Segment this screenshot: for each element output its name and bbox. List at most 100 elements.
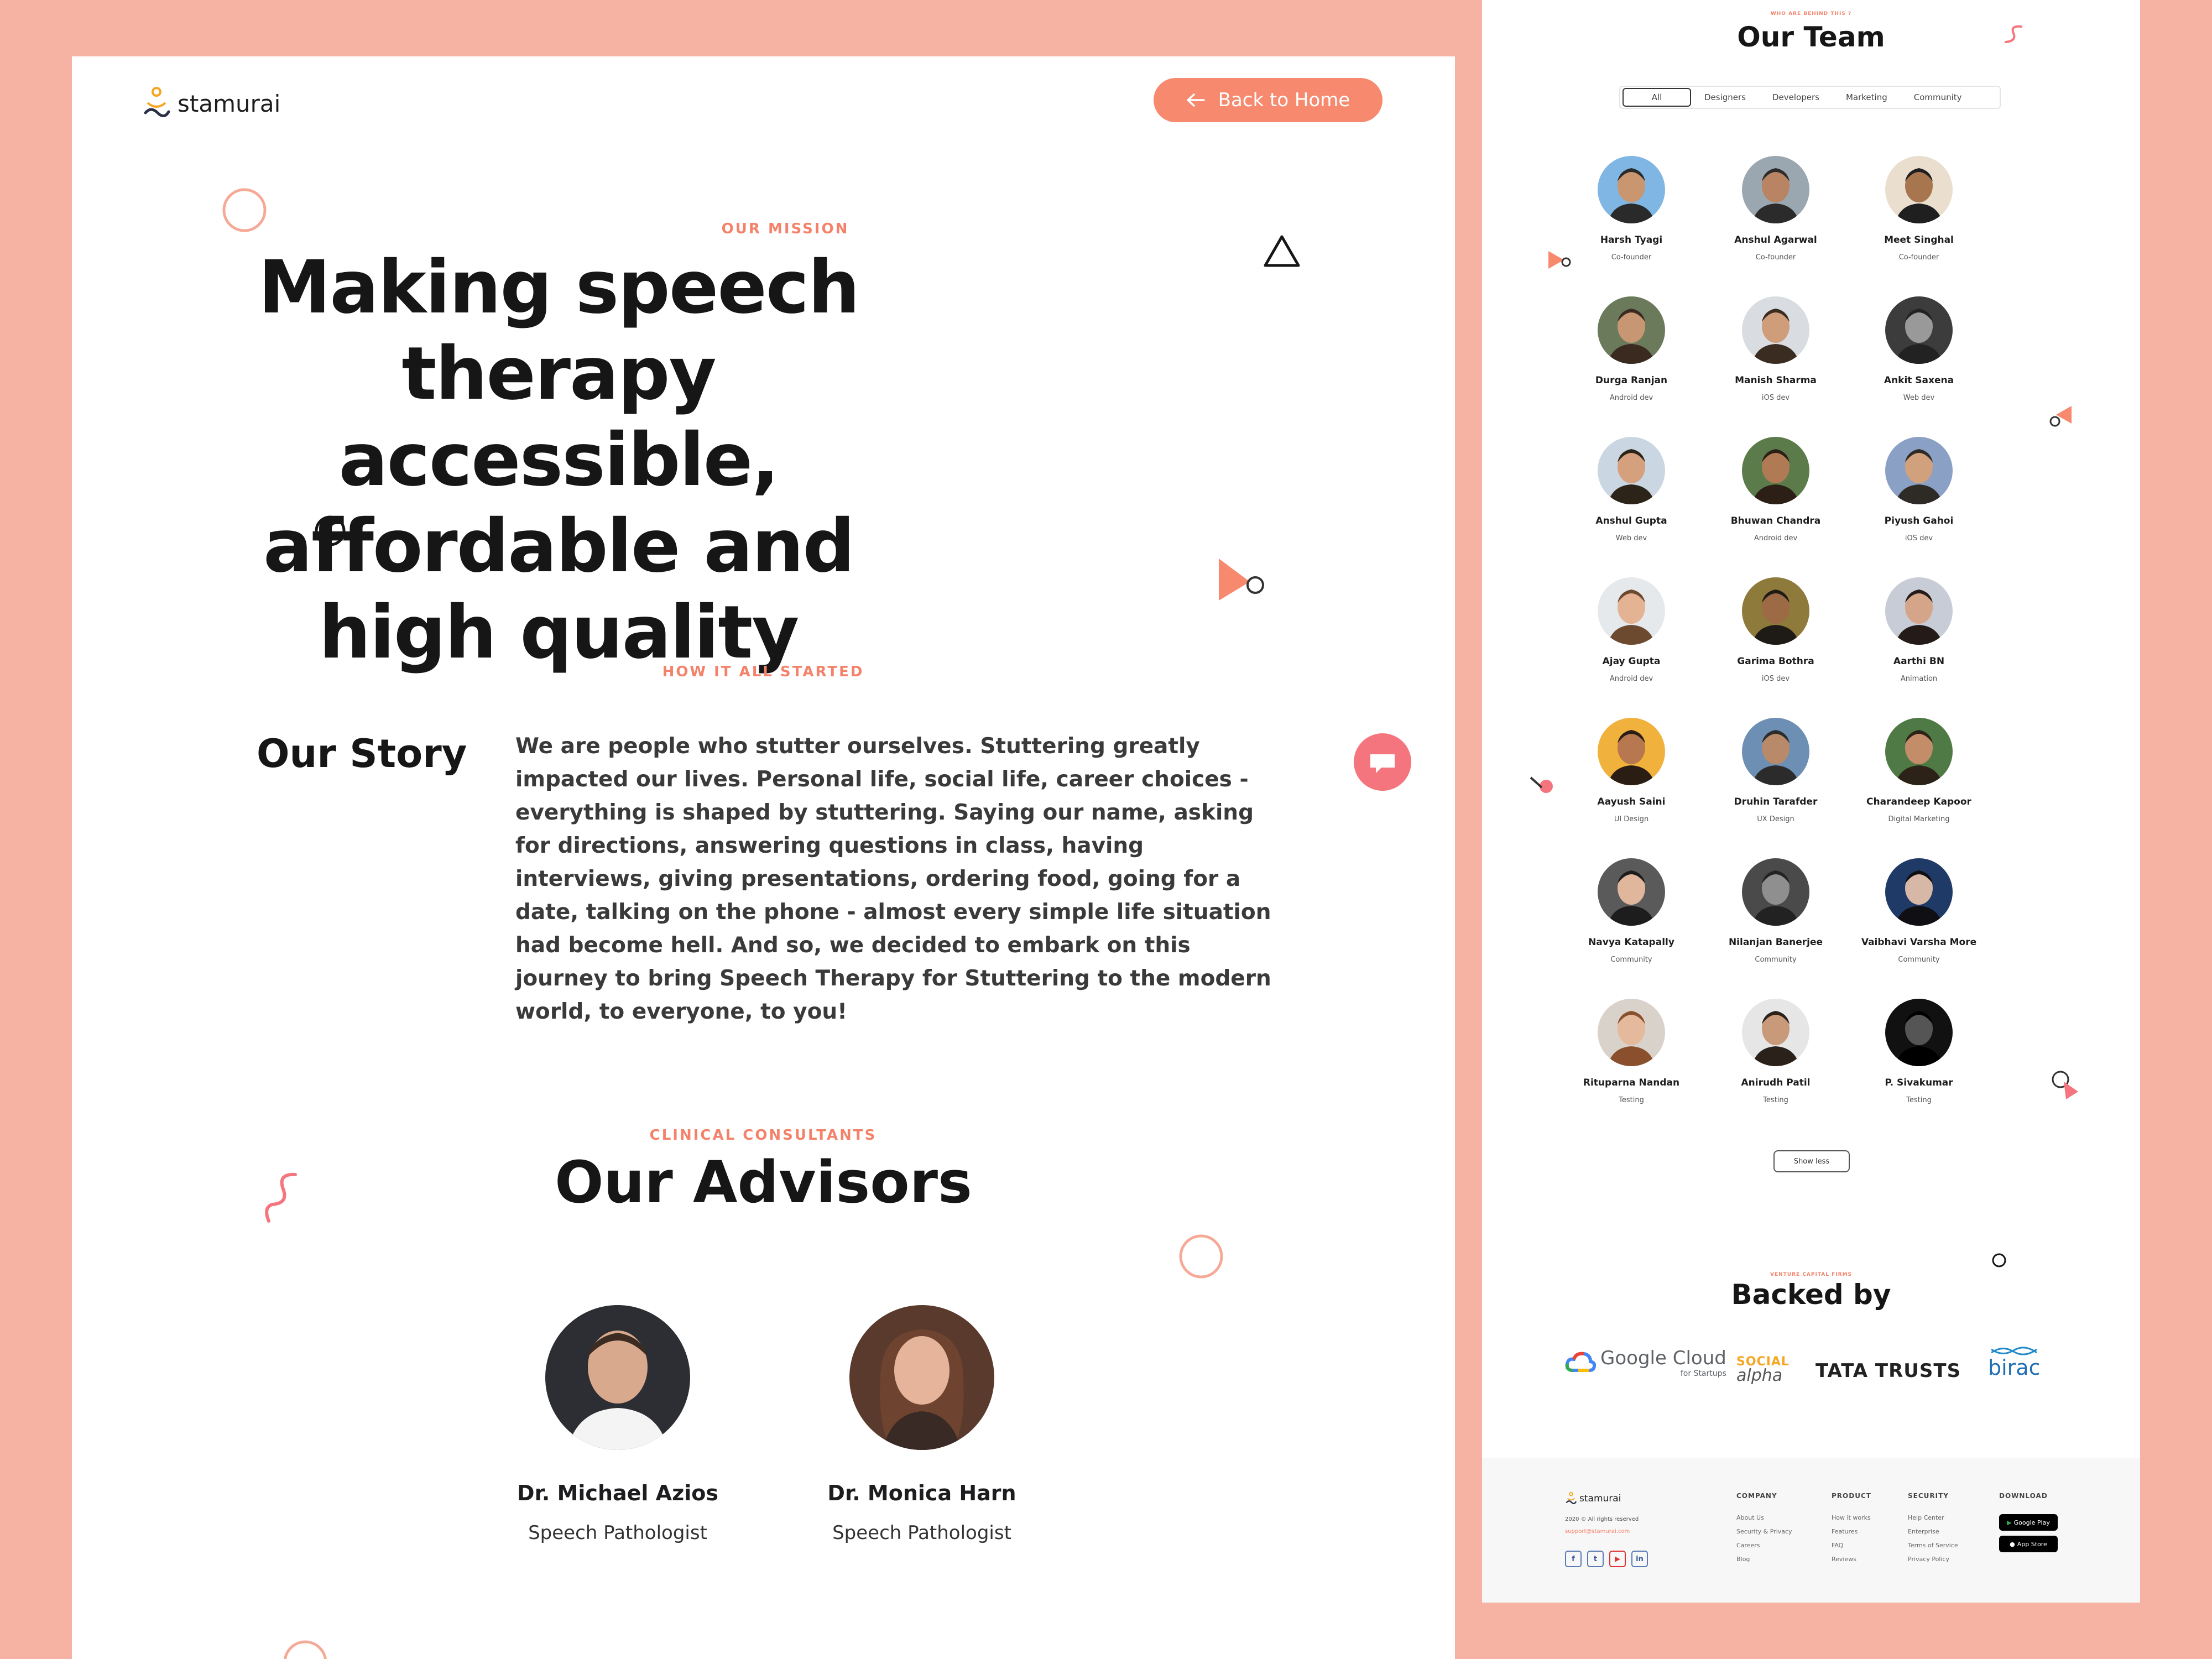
- team-member-role: Web dev: [1903, 394, 1935, 402]
- play-decoration-icon: [2049, 406, 2072, 427]
- circle-decoration-icon: [222, 188, 267, 232]
- footer-link[interactable]: Privacy Policy: [1908, 1556, 1958, 1563]
- advisor-name: Dr. Michael Azios: [517, 1481, 718, 1505]
- back-to-home-label: Back to Home: [1218, 89, 1350, 111]
- team-member-avatar: [1885, 718, 1953, 785]
- team-page: WHO ARE BEHIND THIS ? Our Team All Desig…: [1482, 0, 2140, 1603]
- team-member-avatar: [1598, 577, 1665, 645]
- team-member-role: Community: [1610, 956, 1652, 964]
- team-member-card: Manish Sharma iOS dev: [1704, 296, 1848, 402]
- footer-link[interactable]: Features: [1832, 1528, 1871, 1535]
- footer-copyright: 2020 © All rights reserved: [1565, 1516, 1639, 1522]
- footer-link[interactable]: FAQ: [1832, 1542, 1871, 1549]
- team-member-avatar: [1742, 296, 1809, 364]
- team-member-role: Android dev: [1609, 394, 1653, 402]
- team-member-card: Aarthi BN Animation: [1847, 577, 1991, 683]
- footer-link[interactable]: Security & Privacy: [1736, 1528, 1792, 1535]
- team-member-card: Piyush Gahoi iOS dev: [1847, 437, 1991, 542]
- team-member-role: Digital Marketing: [1888, 815, 1950, 823]
- team-member-avatar: [1742, 999, 1809, 1066]
- play-decoration-icon: [1548, 251, 1571, 269]
- footer: stamurai 2020 © All rights reserved supp…: [1482, 1458, 2140, 1603]
- google-play-label: Google Play: [2013, 1519, 2050, 1526]
- team-member-name: Charandeep Kapoor: [1866, 796, 1971, 807]
- team-member-name: Navya Katapally: [1588, 937, 1674, 948]
- team-member-role: Animation: [1900, 675, 1938, 683]
- cone-decoration-icon: [1530, 776, 1553, 793]
- team-member-name: Aarthi BN: [1893, 656, 1945, 667]
- team-member-name: Harsh Tyagi: [1600, 234, 1663, 246]
- filter-tab-all[interactable]: All: [1623, 88, 1691, 107]
- advisors-eyebrow: CLINICAL CONSULTANTS: [649, 1127, 877, 1144]
- story-eyebrow: HOW IT ALL STARTED: [662, 664, 864, 680]
- footer-column-company: COMPANY About Us Security & Privacy Care…: [1736, 1492, 1792, 1569]
- team-member-name: Garima Bothra: [1737, 656, 1814, 667]
- filter-tab-developers[interactable]: Developers: [1759, 88, 1833, 107]
- team-member-name: P. Sivakumar: [1885, 1077, 1953, 1088]
- brand-name: stamurai: [178, 90, 281, 117]
- google-play-button[interactable]: ▶ Google Play: [1999, 1514, 2058, 1531]
- filter-tab-designers[interactable]: Designers: [1691, 88, 1759, 107]
- advisor-avatar: [849, 1305, 994, 1450]
- app-store-label: App Store: [2017, 1540, 2047, 1548]
- chat-icon[interactable]: [1354, 733, 1411, 791]
- footer-email-link[interactable]: support@stamurai.com: [1565, 1528, 1630, 1535]
- footer-link[interactable]: About Us: [1736, 1514, 1792, 1521]
- team-member-name: Nilanjan Banerjee: [1728, 937, 1823, 948]
- team-member-card: Bhuwan Chandra Android dev: [1704, 437, 1848, 542]
- footer-link[interactable]: How it works: [1832, 1514, 1871, 1521]
- brand-logo[interactable]: stamurai: [141, 81, 280, 126]
- footer-column-title: COMPANY: [1736, 1492, 1777, 1500]
- team-member-role: Community: [1898, 956, 1940, 964]
- footer-link[interactable]: Blog: [1736, 1556, 1792, 1563]
- footer-link[interactable]: Help Center: [1908, 1514, 1958, 1521]
- facebook-icon[interactable]: f: [1565, 1551, 1582, 1567]
- team-member-role: Community: [1755, 956, 1797, 964]
- footer-brand-logo[interactable]: stamurai: [1565, 1491, 1621, 1506]
- backed-eyebrow: VENTURE CAPITAL FIRMS: [1770, 1272, 1852, 1277]
- birac-text: birac: [1988, 1355, 2041, 1380]
- team-member-card: P. Sivakumar Testing: [1847, 999, 1991, 1104]
- footer-link[interactable]: Reviews: [1832, 1556, 1871, 1563]
- filter-tab-marketing[interactable]: Marketing: [1833, 88, 1901, 107]
- team-member-role: UX Design: [1757, 815, 1794, 823]
- footer-column-product: PRODUCT How it works Features FAQ Review…: [1832, 1492, 1871, 1569]
- circle-decoration-icon: [283, 1640, 327, 1659]
- story-title: Our Story: [257, 731, 467, 776]
- footer-link[interactable]: Careers: [1736, 1542, 1792, 1549]
- footer-link[interactable]: Enterprise: [1908, 1528, 1958, 1535]
- footer-column-title: SECURITY: [1908, 1492, 1949, 1500]
- youtube-icon[interactable]: ▶: [1609, 1551, 1626, 1567]
- team-member-avatar: [1742, 577, 1809, 645]
- social-alpha-bottom-text: alpha: [1736, 1366, 1783, 1385]
- footer-link[interactable]: Terms of Service: [1908, 1542, 1958, 1549]
- google-cloud-logo: Google Cloud for Startups: [1565, 1347, 1726, 1378]
- team-member-role: UI Design: [1614, 815, 1649, 823]
- show-less-button[interactable]: Show less: [1773, 1150, 1850, 1172]
- team-member-avatar: [1885, 437, 1953, 504]
- linkedin-icon[interactable]: in: [1631, 1551, 1648, 1567]
- team-member-name: Meet Singhal: [1884, 234, 1954, 246]
- app-store-button[interactable]: ● App Store: [1999, 1536, 2058, 1552]
- team-member-card: Vaibhavi Varsha More Community: [1847, 858, 1991, 964]
- footer-column-download: DOWNLOAD ▶ Google Play ● App Store: [1999, 1492, 2058, 1557]
- team-member-avatar: [1885, 577, 1953, 645]
- circle-decoration-icon: [1179, 1234, 1223, 1279]
- team-member-name: Aayush Saini: [1597, 796, 1666, 807]
- twitter-icon[interactable]: t: [1587, 1551, 1604, 1567]
- backed-title: Backed by: [1731, 1279, 1891, 1311]
- stamurai-logo-icon: [144, 87, 170, 117]
- circle-decoration-icon: [315, 515, 346, 546]
- team-member-avatar: [1598, 296, 1665, 364]
- filter-tab-community[interactable]: Community: [1901, 88, 1975, 107]
- footer-column-title: DOWNLOAD: [1999, 1492, 2048, 1500]
- footer-brand-name: stamurai: [1579, 1493, 1621, 1504]
- team-member-role: Co-founder: [1755, 253, 1796, 262]
- team-member-role: Co-founder: [1898, 253, 1939, 262]
- back-to-home-button[interactable]: Back to Home: [1154, 78, 1383, 122]
- team-member-name: Manish Sharma: [1735, 375, 1817, 386]
- team-member-card: Navya Katapally Community: [1559, 858, 1703, 964]
- team-member-card: Garima Bothra iOS dev: [1704, 577, 1848, 683]
- team-member-name: Druhin Tarafder: [1734, 796, 1818, 807]
- team-member-card: Nilanjan Banerjee Community: [1704, 858, 1848, 964]
